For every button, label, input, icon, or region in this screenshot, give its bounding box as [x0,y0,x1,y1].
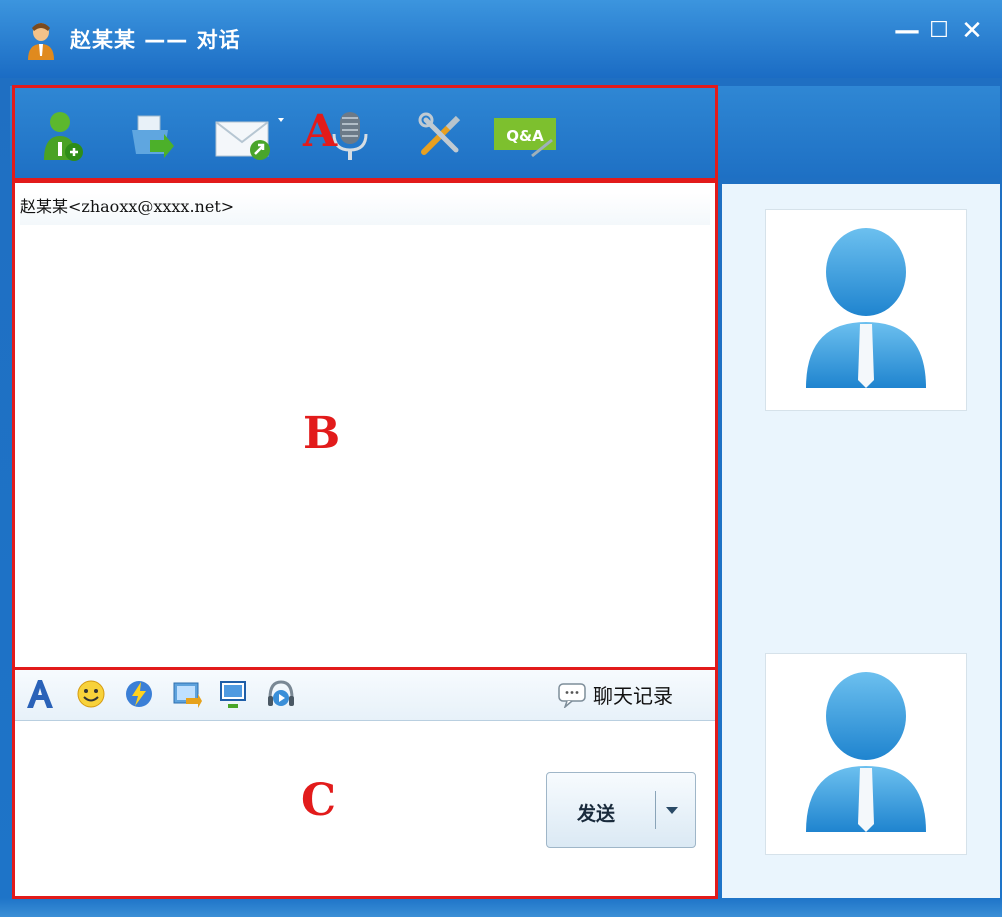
user-icon [28,23,54,60]
region-c-frame [12,667,718,899]
contact-avatar-icon [806,228,926,388]
minimize-button[interactable]: — [893,18,921,44]
window-title: 赵某某 —— 对话 [70,28,241,52]
label-b: B [303,408,341,459]
region-a-frame [12,85,718,181]
label-a: A [303,106,338,157]
maximize-button[interactable]: ☐ [925,18,953,44]
label-c: C [301,775,337,826]
my-avatar[interactable] [765,653,967,855]
region-b-frame [12,180,718,670]
title-bar[interactable]: 赵某某 —— 对话 — ☐ ✕ [0,0,1002,78]
contact-avatar[interactable] [765,209,967,411]
chat-window: 赵某某 —— 对话 — ☐ ✕ Q&A 赵某某<zhaoxx@xxxx.net>… [0,0,1002,917]
close-button[interactable]: ✕ [958,18,986,44]
my-avatar-icon [806,672,926,832]
status-strip [0,898,1002,917]
